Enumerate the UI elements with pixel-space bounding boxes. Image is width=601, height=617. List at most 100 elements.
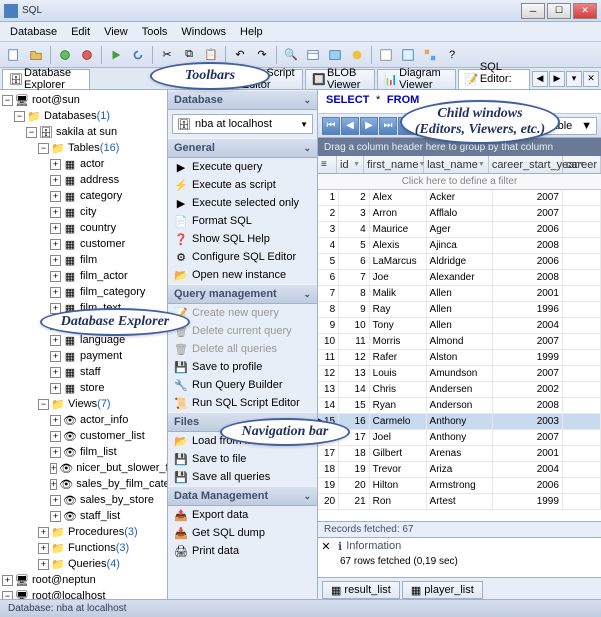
table-row[interactable]: 23ArronAfflalo2007 xyxy=(318,206,601,222)
expander-icon[interactable]: + xyxy=(50,303,61,314)
expander-icon[interactable]: + xyxy=(50,175,61,186)
toolbar-view-icon[interactable] xyxy=(325,45,345,65)
toolbar-paste-icon[interactable]: 📋 xyxy=(201,45,221,65)
toolbar-refresh-icon[interactable] xyxy=(128,45,148,65)
action-run-sql-script-editor[interactable]: 📜Run SQL Script Editor xyxy=(168,394,317,412)
result-tab-player-list[interactable]: ▦player_list xyxy=(402,581,483,599)
table-row[interactable]: 89RayAllen1996 xyxy=(318,302,601,318)
tree-view[interactable]: +👁nicer_but_slower_film xyxy=(2,460,165,476)
toolbar-redo-icon[interactable]: ↷ xyxy=(252,45,272,65)
tab-sql-script-editor[interactable]: 📜SQL Script Editor xyxy=(220,69,303,89)
table-row[interactable]: 1718GilbertArenas2001 xyxy=(318,446,601,462)
tab-blob-viewer[interactable]: 🔲BLOB Viewer xyxy=(305,69,375,89)
table-row[interactable]: 1415RyanAnderson2008 xyxy=(318,398,601,414)
action-show-sql-help[interactable]: ❓Show SQL Help xyxy=(168,230,317,248)
tree-view[interactable]: +👁film_list xyxy=(2,444,165,460)
expander-icon[interactable]: + xyxy=(38,543,49,554)
action-execute-selected-only[interactable]: ▶Execute selected only xyxy=(168,194,317,212)
grid-next[interactable]: ▶ xyxy=(360,117,378,135)
action-format-sql[interactable]: 📄Format SQL xyxy=(168,212,317,230)
database-selector[interactable]: 🗄 nba at localhost ▼ xyxy=(172,114,313,134)
sql-text-area[interactable]: SELECT * FROM xyxy=(318,90,601,114)
toolbar-open-icon[interactable] xyxy=(26,45,46,65)
grid-bookmark[interactable]: ★ xyxy=(512,117,530,135)
expander-icon[interactable]: + xyxy=(50,287,61,298)
tab-database-explorer[interactable]: 🗄 Database Explorer xyxy=(2,69,90,89)
col-id[interactable]: id▼ xyxy=(337,156,364,173)
result-tab-result-list[interactable]: ▦result_list xyxy=(322,581,400,599)
menu-view[interactable]: View xyxy=(98,24,134,40)
action-configure-sql-editor[interactable]: ⚙Configure SQL Editor xyxy=(168,248,317,266)
tree-table-staff[interactable]: +▦staff xyxy=(2,364,165,380)
tab-sql-editor[interactable]: 📝SQL Editor: ... xyxy=(458,69,530,89)
tree-table-city[interactable]: +▦city xyxy=(2,204,165,220)
table-row[interactable]: 78MalikAllen2001 xyxy=(318,286,601,302)
expander-icon[interactable]: + xyxy=(50,271,61,282)
toolbar-disconnect-icon[interactable] xyxy=(77,45,97,65)
expander-icon[interactable]: − xyxy=(2,591,13,600)
action-run-query-builder[interactable]: 🔧Run Query Builder xyxy=(168,376,317,394)
action-get-sql-dump[interactable]: 📥Get SQL dump xyxy=(168,524,317,542)
minimize-button[interactable]: ─ xyxy=(521,3,545,19)
table-row[interactable]: 910TonyAllen2004 xyxy=(318,318,601,334)
tree-table-category[interactable]: +▦category xyxy=(2,188,165,204)
action-print-data[interactable]: 🖨Print data xyxy=(168,542,317,560)
col-career[interactable]: career xyxy=(563,156,601,173)
table-row[interactable]: 1617JoelAnthony2007 xyxy=(318,430,601,446)
table-row[interactable]: 45AlexisAjinca2008 xyxy=(318,238,601,254)
toolbar-proc-icon[interactable] xyxy=(347,45,367,65)
expander-icon[interactable]: − xyxy=(26,127,37,138)
tree-functions[interactable]: +📁Functions (3) xyxy=(2,540,165,556)
tab-start-page[interactable]: 🏠 xyxy=(192,69,218,89)
menu-tools[interactable]: Tools xyxy=(136,24,174,40)
section-general[interactable]: General⌄ xyxy=(168,138,317,158)
tree-table-store[interactable]: +▦store xyxy=(2,380,165,396)
grid-commit[interactable]: ✓ xyxy=(455,117,473,135)
toolbar-copy-icon[interactable]: ⧉ xyxy=(179,45,199,65)
table-row[interactable]: 1314ChrisAndersen2002 xyxy=(318,382,601,398)
expander-icon[interactable]: + xyxy=(50,447,61,458)
tab-close[interactable]: ✕ xyxy=(583,71,599,87)
tab-nav-list[interactable]: ▾ xyxy=(566,71,582,87)
grid-body[interactable]: 12AlexAcker200723ArronAfflalo200734Mauri… xyxy=(318,190,601,521)
grid-delete[interactable]: − xyxy=(417,117,435,135)
action-execute-query[interactable]: ▶Execute query xyxy=(168,158,317,176)
section-database[interactable]: Database⌄ xyxy=(168,90,317,110)
tree-queries[interactable]: +📁Queries (4) xyxy=(2,556,165,572)
view-selector[interactable]: Table▼ xyxy=(541,117,597,135)
table-row[interactable]: 1112RaferAlston1999 xyxy=(318,350,601,366)
table-row[interactable]: 1819TrevorAriza2004 xyxy=(318,462,601,478)
action-save-to-profile[interactable]: 💾Save to profile xyxy=(168,358,317,376)
grid-cancel[interactable]: ✕ xyxy=(474,117,492,135)
table-row[interactable]: 1920HiltonArmstrong2006 xyxy=(318,478,601,494)
action-create-new-query[interactable]: 📝Create new query xyxy=(168,304,317,322)
maximize-button[interactable]: ☐ xyxy=(547,3,571,19)
toolbar-help-icon[interactable]: ? xyxy=(442,45,462,65)
tree-view[interactable]: +👁customer_list xyxy=(2,428,165,444)
tab-nav-next[interactable]: ▶ xyxy=(549,71,565,87)
action-delete-all-queries[interactable]: 🗑Delete all queries xyxy=(168,340,317,358)
table-row[interactable]: 67JoeAlexander2008 xyxy=(318,270,601,286)
menu-help[interactable]: Help xyxy=(234,24,269,40)
expander-icon[interactable]: + xyxy=(50,191,61,202)
tree-databases[interactable]: −📁Databases (1) xyxy=(2,108,165,124)
tree-table-country[interactable]: +▦country xyxy=(2,220,165,236)
expander-icon[interactable]: + xyxy=(50,383,61,394)
expander-icon[interactable]: + xyxy=(38,559,49,570)
tree-db[interactable]: −🗄sakila at sun xyxy=(2,124,165,140)
table-row[interactable]: 56LaMarcusAldridge2006 xyxy=(318,254,601,270)
grid-prev[interactable]: ◀ xyxy=(341,117,359,135)
group-by-bar[interactable]: Drag a column header here to group by th… xyxy=(318,138,601,156)
expander-icon[interactable]: − xyxy=(14,111,25,122)
database-explorer[interactable]: −🖥root@sun−📁Databases (1)−🗄sakila at sun… xyxy=(0,90,168,599)
col-first-name[interactable]: first_name▼ xyxy=(364,156,424,173)
expander-icon[interactable]: + xyxy=(50,319,61,330)
expander-icon[interactable]: + xyxy=(50,239,61,250)
tree-host[interactable]: −🖥root@localhost xyxy=(2,588,165,599)
action-export-data[interactable]: 📤Export data xyxy=(168,506,317,524)
grid-refresh[interactable]: ⟳ xyxy=(493,117,511,135)
expander-icon[interactable]: + xyxy=(2,575,13,586)
expander-icon[interactable]: − xyxy=(2,95,13,106)
section-query-management[interactable]: Query management⌄ xyxy=(168,284,317,304)
info-close[interactable]: ✕ xyxy=(318,538,334,577)
